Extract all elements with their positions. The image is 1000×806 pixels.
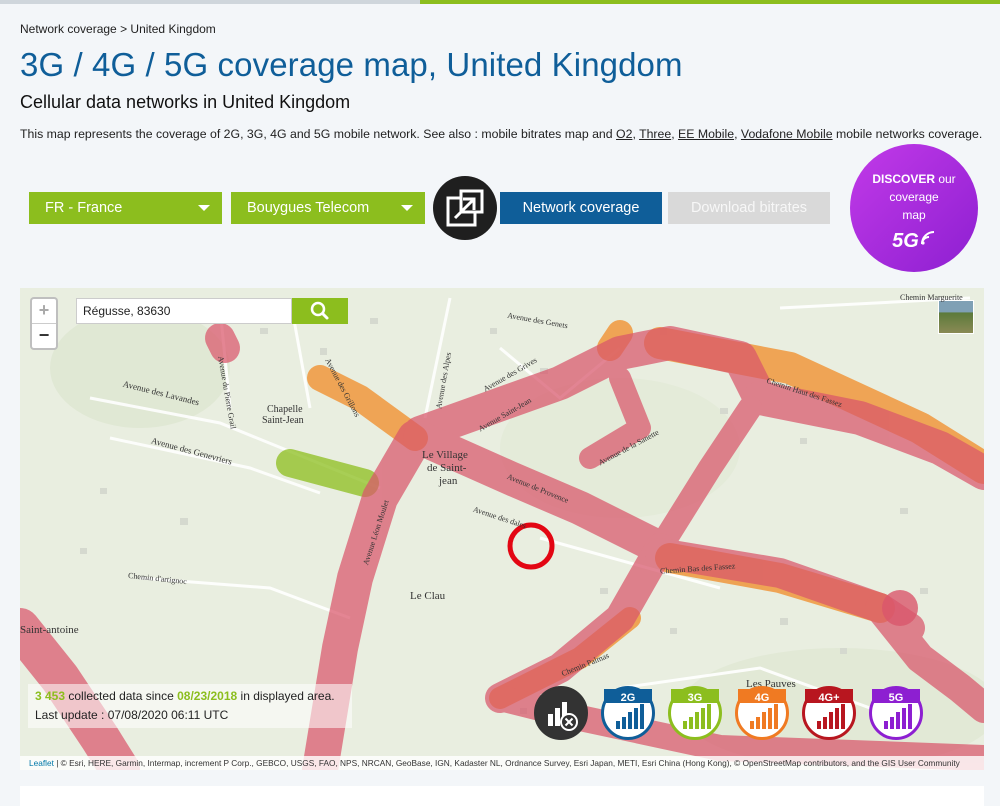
intro-suffix: mobile networks coverage. bbox=[832, 127, 983, 141]
map-search-button[interactable] bbox=[292, 298, 348, 324]
discover-rest: our bbox=[935, 172, 956, 186]
content-card-below bbox=[20, 786, 984, 806]
street-label-marguerite: Chemin Marguerite bbox=[900, 293, 963, 302]
intro-prefix: This map represents the coverage of 2G, … bbox=[20, 127, 617, 141]
no-data-filter-button[interactable] bbox=[534, 686, 588, 740]
location-marker bbox=[507, 522, 555, 570]
coverage-map[interactable]: + − Régusse, 83630 Le Village de Saint- … bbox=[20, 288, 984, 770]
place-label-chapelle-line2: Saint-Jean bbox=[262, 415, 304, 426]
breadcrumb-current: United Kingdom bbox=[130, 22, 216, 36]
collected-suffix: in displayed area. bbox=[240, 689, 335, 703]
place-label-village: Le Village bbox=[422, 449, 468, 461]
filter-5g-button[interactable]: 5G bbox=[869, 686, 923, 740]
map-attribution: Leaflet | © Esri, HERE, Garmin, Intermap… bbox=[20, 756, 984, 770]
five-g-label: 5G bbox=[892, 230, 919, 252]
collected-data-line: 3 453 collected data since 08/23/2018 in… bbox=[35, 689, 335, 703]
place-label-le-clau: Le Clau bbox=[410, 590, 446, 602]
discover-bold: DISCOVER bbox=[872, 172, 935, 186]
top-accent-bar bbox=[0, 0, 1000, 4]
chevron-down-icon bbox=[198, 205, 210, 211]
no-signal-icon bbox=[548, 702, 578, 731]
link-three[interactable]: Three bbox=[639, 127, 671, 141]
link-o2[interactable]: O2 bbox=[616, 127, 632, 141]
data-info-panel: 3 453 collected data since 08/23/2018 in… bbox=[28, 684, 352, 728]
filter-4g-label: 4G bbox=[754, 692, 770, 704]
collected-count: 3 453 bbox=[35, 689, 66, 703]
expand-icon bbox=[446, 189, 484, 227]
leaflet-link[interactable]: Leaflet bbox=[29, 758, 54, 768]
country-select-value: FR - France bbox=[45, 200, 123, 216]
search-icon bbox=[310, 301, 329, 320]
operator-select[interactable]: Bouygues Telecom bbox=[231, 192, 425, 224]
basemap-layer-switcher[interactable] bbox=[938, 300, 974, 334]
filter-4g-plus-label: 4G+ bbox=[818, 692, 840, 704]
page-subtitle: Cellular data networks in United Kingdom bbox=[20, 92, 351, 112]
intro-text: This map represents the coverage of 2G, … bbox=[20, 127, 983, 141]
zoom-control: + − bbox=[30, 297, 58, 350]
filter-4g-plus-button[interactable]: 4G+ bbox=[802, 686, 856, 740]
filter-2g-label: 2G bbox=[620, 692, 636, 704]
link-ee-mobile[interactable]: EE Mobile bbox=[678, 127, 734, 141]
breadcrumb-root-link[interactable]: Network coverage bbox=[20, 22, 117, 36]
collected-date: 08/23/2018 bbox=[177, 689, 238, 703]
network-coverage-button[interactable]: Network coverage bbox=[500, 192, 662, 224]
zoom-in-button[interactable]: + bbox=[32, 299, 56, 324]
five-g-logo: 5G bbox=[850, 230, 978, 253]
operator-select-value: Bouygues Telecom bbox=[247, 200, 370, 216]
collected-text: collected data since bbox=[68, 689, 174, 703]
attribution-text: | © Esri, HERE, Garmin, Intermap, increm… bbox=[53, 758, 960, 768]
place-label-village-line3: jean bbox=[439, 475, 458, 487]
filter-3g-button[interactable]: 3G bbox=[668, 686, 722, 740]
filter-4g-button[interactable]: 4G bbox=[735, 686, 789, 740]
breadcrumb-separator: > bbox=[120, 22, 128, 36]
country-select[interactable]: FR - France bbox=[29, 192, 222, 224]
signal-waves-icon bbox=[920, 231, 934, 245]
filter-2g-button[interactable]: 2G bbox=[601, 686, 655, 740]
map-search-input[interactable]: Régusse, 83630 bbox=[76, 298, 292, 324]
discover-line3: map bbox=[902, 208, 926, 222]
place-label-village-line2: de Saint- bbox=[427, 462, 467, 474]
discover-line2: coverage bbox=[889, 190, 939, 204]
fullscreen-button[interactable] bbox=[433, 176, 497, 240]
place-label-chapelle: Chapelle bbox=[267, 404, 303, 415]
zoom-out-button[interactable]: − bbox=[32, 324, 56, 348]
filter-3g-label: 3G bbox=[687, 692, 703, 704]
discover-5g-badge[interactable]: DISCOVER our coverage map 5G bbox=[850, 144, 978, 272]
page-title: 3G / 4G / 5G coverage map, United Kingdo… bbox=[20, 46, 683, 83]
chevron-down-icon bbox=[401, 205, 413, 211]
discover-text: DISCOVER our coverage map bbox=[850, 170, 978, 224]
link-vodafone-mobile[interactable]: Vodafone Mobile bbox=[741, 127, 833, 141]
breadcrumb: Network coverage > United Kingdom bbox=[20, 22, 216, 36]
download-bitrates-button[interactable]: Download bitrates bbox=[668, 192, 830, 224]
top-accent-segment bbox=[420, 0, 1000, 4]
filter-5g-label: 5G bbox=[888, 692, 904, 704]
place-label-saint-antoine: Saint-antoine bbox=[20, 624, 79, 636]
last-update: Last update : 07/08/2020 06:11 UTC bbox=[35, 708, 229, 722]
